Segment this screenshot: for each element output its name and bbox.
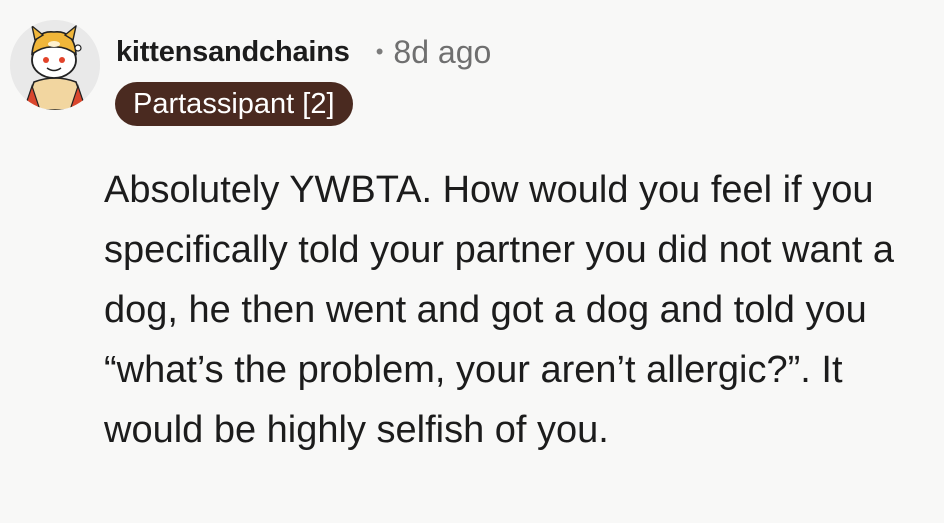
comment: kittensandchains • 8d ago Partassipant […: [0, 0, 944, 523]
comment-meta: kittensandchains • 8d ago: [116, 30, 491, 74]
meta-separator: •: [375, 39, 384, 64]
comment-body: Absolutely YWBTA. How would you feel if …: [104, 169, 894, 451]
snoo-avatar-icon: [10, 20, 100, 110]
username-link[interactable]: kittensandchains: [116, 36, 350, 69]
comment-timestamp[interactable]: 8d ago: [393, 34, 491, 71]
user-flair-badge: Partassipant [2]: [115, 82, 353, 126]
user-avatar[interactable]: [10, 20, 100, 110]
